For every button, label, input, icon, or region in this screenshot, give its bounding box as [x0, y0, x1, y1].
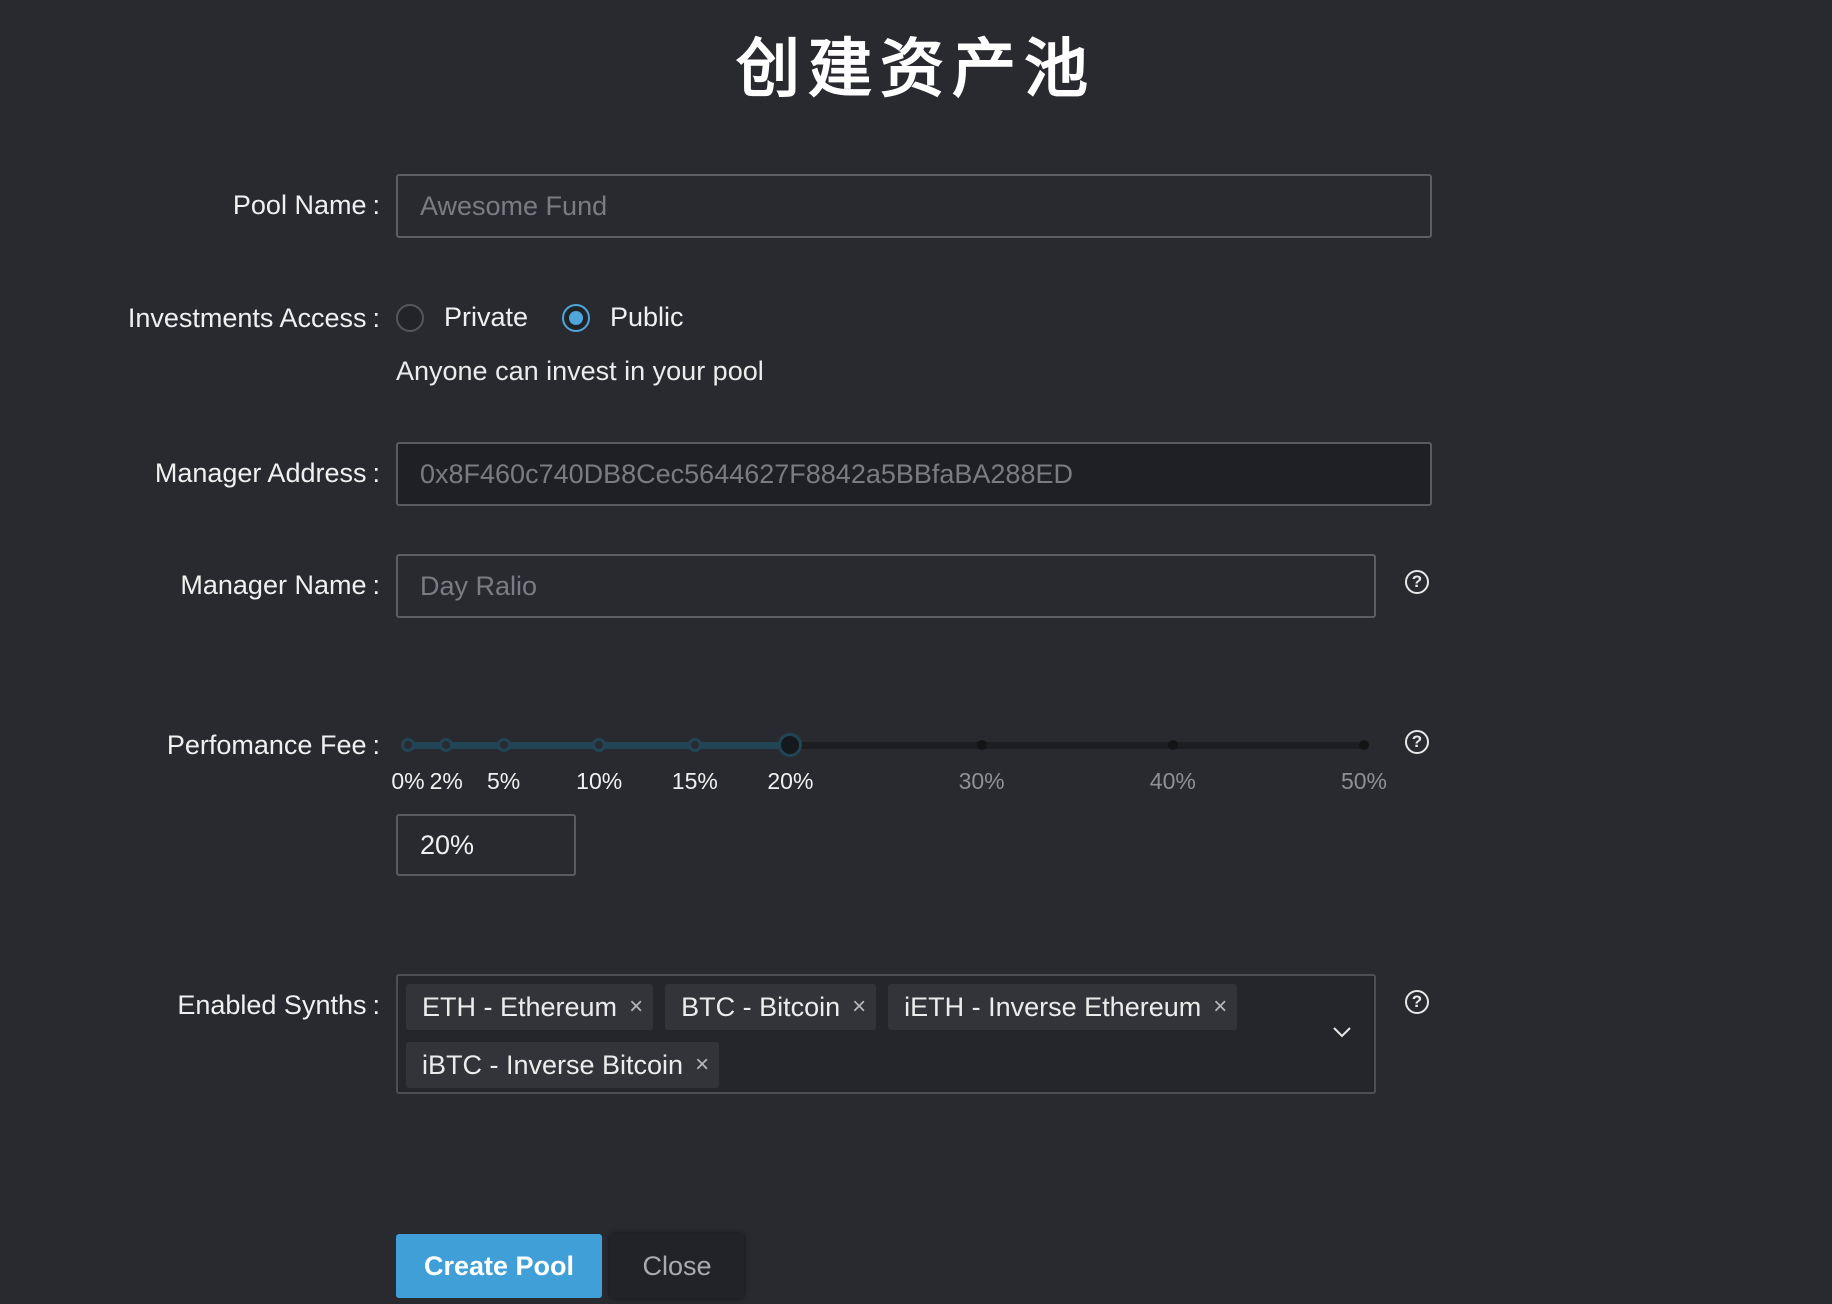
slider-dot[interactable] — [1167, 740, 1178, 750]
investments-access-label: Investments Access: — [128, 303, 380, 334]
enabled-synths-select[interactable]: ETH - Ethereum × BTC - Bitcoin × iETH - Inve… — [396, 974, 1376, 1094]
create-pool-button[interactable]: Create Pool — [396, 1234, 602, 1298]
manager-address-label-text: Manager Address — [154, 458, 367, 488]
slider-dot[interactable] — [592, 738, 607, 752]
slider-handle[interactable] — [778, 733, 803, 757]
synth-tag-label: iETH - Inverse Ethereum — [904, 991, 1202, 1022]
performance-fee-help-icon[interactable]: ? — [1405, 730, 1429, 754]
slider-mark-label[interactable]: 5% — [487, 768, 520, 795]
radio-private-circle[interactable] — [396, 303, 424, 332]
label-colon: : — [372, 190, 380, 220]
close-icon[interactable]: × — [629, 993, 643, 1021]
synth-tag: iETH - Inverse Ethereum × — [888, 984, 1238, 1030]
radio-private-label: Private — [444, 302, 529, 332]
enabled-synths-label-text: Enabled Synths — [177, 990, 367, 1020]
slider-mark-label[interactable]: 15% — [672, 768, 718, 795]
label-colon: : — [372, 990, 380, 1020]
create-pool-page: 创建资产池 Pool Name: Investments Access: Pri… — [0, 0, 1832, 1304]
close-icon[interactable]: × — [852, 993, 866, 1021]
radio-public-label: Public — [610, 302, 684, 332]
performance-fee-label-text: Perfomance Fee — [166, 730, 367, 760]
synth-tag: ETH - Ethereum × — [406, 984, 654, 1030]
page-title: 创建资产池 — [736, 33, 1096, 107]
slider-mark-label[interactable]: 50% — [1341, 768, 1387, 795]
synth-tag: BTC - Bitcoin × — [665, 984, 877, 1030]
label-colon: : — [372, 570, 380, 600]
slider-dot[interactable] — [976, 740, 987, 750]
pool-name-label-text: Pool Name — [232, 190, 367, 220]
chevron-down-icon[interactable] — [1332, 1022, 1352, 1042]
manager-name-input[interactable] — [396, 554, 1376, 618]
access-hint: Anyone can invest in your pool — [396, 356, 764, 386]
slider-dot[interactable] — [401, 738, 415, 752]
label-colon: : — [372, 303, 380, 333]
slider-mark-label[interactable]: 30% — [959, 768, 1005, 795]
performance-fee-value-box[interactable]: 20% — [396, 814, 576, 876]
slider-mark-label[interactable]: 10% — [576, 768, 622, 795]
slider-mark-label[interactable]: 2% — [430, 768, 463, 795]
slider-dot[interactable] — [496, 738, 511, 752]
pool-name-input[interactable] — [396, 174, 1432, 238]
slider-dot[interactable] — [1359, 740, 1369, 750]
synth-tag-label: BTC - Bitcoin — [681, 991, 841, 1022]
radio-public[interactable]: Public — [562, 302, 684, 333]
radio-public-circle[interactable] — [562, 303, 590, 332]
slider-dot[interactable] — [687, 738, 702, 752]
performance-fee-slider[interactable]: 0% 2% 5% 10% 15% 20% 30% 40% 50% — [391, 730, 1387, 794]
manager-name-help-icon[interactable]: ? — [1405, 570, 1429, 594]
performance-fee-label: Perfomance Fee: — [167, 730, 380, 761]
radio-private[interactable]: Private — [396, 302, 528, 333]
slider-mark-label[interactable]: 20% — [767, 768, 813, 795]
manager-address-label: Manager Address: — [155, 458, 380, 489]
pool-name-label: Pool Name: — [233, 190, 380, 221]
synth-tag-label: iBTC - Inverse Bitcoin — [422, 1049, 684, 1080]
enabled-synths-help-icon[interactable]: ? — [1405, 990, 1429, 1014]
synth-tag-label: ETH - Ethereum — [422, 991, 618, 1022]
slider-mark-label[interactable]: 40% — [1150, 768, 1196, 795]
close-icon[interactable]: × — [695, 1051, 709, 1079]
close-icon[interactable]: × — [1213, 993, 1227, 1021]
manager-address-input[interactable] — [396, 442, 1432, 506]
manager-name-label-text: Manager Name — [180, 570, 367, 600]
slider-dot[interactable] — [439, 738, 454, 752]
investments-access-label-text: Investments Access — [127, 303, 367, 333]
enabled-synths-label: Enabled Synths: — [177, 990, 380, 1021]
close-button[interactable]: Close — [610, 1234, 744, 1298]
synth-tag: iBTC - Inverse Bitcoin × — [406, 1042, 720, 1088]
manager-name-label: Manager Name: — [180, 570, 380, 601]
slider-mark-label[interactable]: 0% — [391, 768, 424, 795]
label-colon: : — [372, 730, 380, 760]
label-colon: : — [372, 458, 380, 488]
